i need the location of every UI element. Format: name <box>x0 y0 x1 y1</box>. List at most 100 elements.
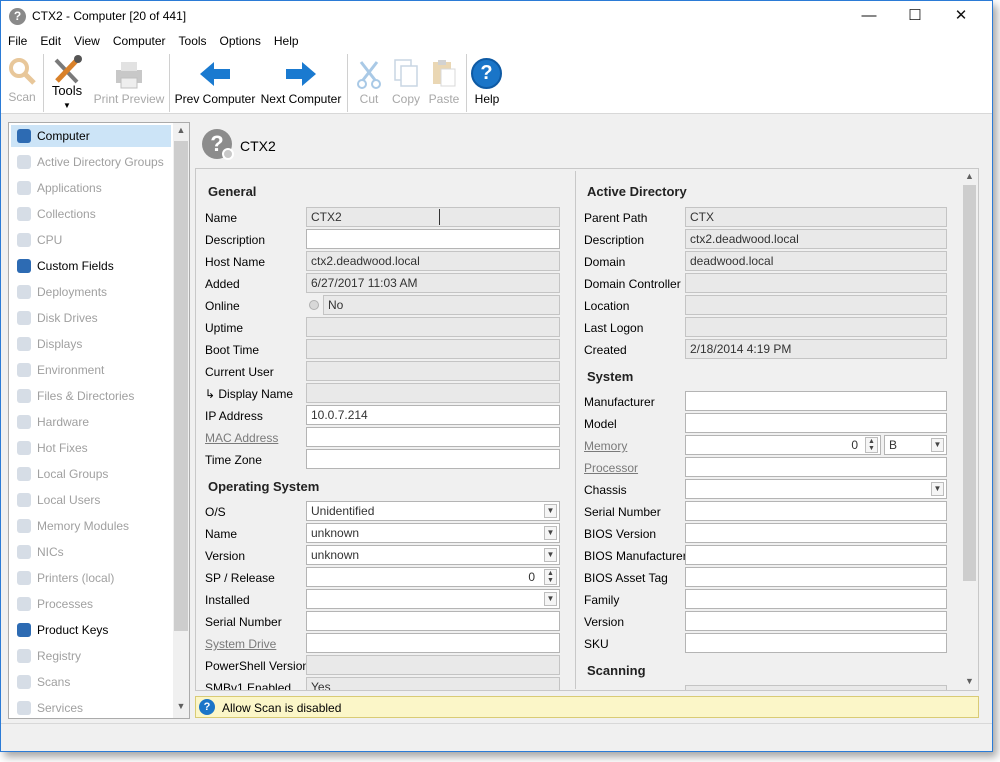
sku-field[interactable] <box>685 633 947 653</box>
processor-link[interactable]: Processor <box>584 461 638 475</box>
prev-computer-button[interactable]: Prev Computer <box>172 52 258 114</box>
chevron-down-icon[interactable]: ▼ <box>544 548 557 562</box>
nav-item-local-users[interactable]: Local Users <box>11 489 171 511</box>
nav-item-deployments[interactable]: Deployments <box>11 281 171 303</box>
nav-item-processes[interactable]: Processes <box>11 593 171 615</box>
chevron-down-icon[interactable]: ▼ <box>544 592 557 606</box>
manufacturer-field[interactable] <box>685 391 947 411</box>
nav-item-displays[interactable]: Displays <box>11 333 171 355</box>
ad-description-field[interactable]: ctx2.deadwood.local <box>685 229 947 249</box>
nav-item-computer[interactable]: Computer <box>11 125 171 147</box>
minimize-button[interactable]: — <box>846 1 892 32</box>
nav-item-local-groups[interactable]: Local Groups <box>11 463 171 485</box>
chevron-down-icon[interactable]: ▼ <box>931 438 944 452</box>
nav-item-hardware[interactable]: Hardware <box>11 411 171 433</box>
nav-item-memory-modules[interactable]: Memory Modules <box>11 515 171 537</box>
boot-time-field[interactable] <box>306 339 560 359</box>
menu-tools[interactable]: Tools <box>172 32 213 48</box>
nav-item-registry[interactable]: Registry <box>11 645 171 667</box>
copy-button[interactable]: Copy <box>387 52 425 114</box>
chevron-down-icon[interactable]: ▼ <box>544 526 557 540</box>
cut-button[interactable]: Cut <box>351 52 387 114</box>
added-field[interactable]: 6/27/2017 11:03 AM <box>306 273 560 293</box>
nav-scrollbar[interactable]: ▲ ▼ <box>173 123 189 718</box>
bios-asset-tag-field[interactable] <box>685 567 947 587</box>
menu-computer[interactable]: Computer <box>106 32 172 48</box>
name-field[interactable]: CTX2 <box>306 207 560 227</box>
os-name-select[interactable]: unknown ▼ <box>306 523 560 543</box>
os-version-select[interactable]: unknown ▼ <box>306 545 560 565</box>
details-scrollbar-thumb[interactable] <box>963 185 976 581</box>
scroll-up-arrow-icon[interactable]: ▲ <box>173 125 189 135</box>
domain-controller-field[interactable] <box>685 273 947 293</box>
installed-select[interactable]: ▼ <box>306 589 560 609</box>
paste-button[interactable]: Paste <box>425 52 463 114</box>
description-field[interactable] <box>306 229 560 249</box>
scanning-field[interactable] <box>685 685 947 690</box>
mac-address-field[interactable] <box>306 427 560 447</box>
created-field[interactable]: 2/18/2014 4:19 PM <box>685 339 947 359</box>
nav-item-applications[interactable]: Applications <box>11 177 171 199</box>
smbv1-enabled-field[interactable]: Yes <box>306 677 560 690</box>
system-drive-link[interactable]: System Drive <box>205 637 276 651</box>
menu-view[interactable]: View <box>67 32 106 48</box>
menu-help[interactable]: Help <box>267 32 305 48</box>
nav-item-environment[interactable]: Environment <box>11 359 171 381</box>
system-version-field[interactable] <box>685 611 947 631</box>
nav-item-product-keys[interactable]: Product Keys <box>11 619 171 641</box>
print-preview-button[interactable]: Print Preview <box>93 52 165 114</box>
mac-address-link[interactable]: MAC Address <box>205 431 278 445</box>
display-name-field[interactable] <box>306 383 560 403</box>
scroll-down-arrow-icon[interactable]: ▼ <box>961 676 978 686</box>
bios-manufacturer-field[interactable] <box>685 545 947 565</box>
last-logon-field[interactable] <box>685 317 947 337</box>
details-scrollbar[interactable]: ▲ ▼ <box>961 169 978 690</box>
powershell-version-field[interactable] <box>306 655 560 675</box>
nav-item-active-directory-groups[interactable]: Active Directory Groups <box>11 151 171 173</box>
bios-version-field[interactable] <box>685 523 947 543</box>
ip-address-field[interactable]: 10.0.7.214 <box>306 405 560 425</box>
nav-item-nics[interactable]: NICs <box>11 541 171 563</box>
scroll-up-arrow-icon[interactable]: ▲ <box>961 171 978 181</box>
nav-item-printers-local[interactable]: Printers (local) <box>11 567 171 589</box>
scan-button[interactable]: Scan <box>3 52 41 114</box>
os-select[interactable]: Unidentified ▼ <box>306 501 560 521</box>
spin-up-down-icon[interactable]: ▲ ▼ <box>544 569 557 585</box>
memory-unit-select[interactable]: B ▼ <box>884 435 947 455</box>
help-button[interactable]: ? Help <box>469 52 505 114</box>
host-name-field[interactable]: ctx2.deadwood.local <box>306 251 560 271</box>
domain-field[interactable]: deadwood.local <box>685 251 947 271</box>
model-field[interactable] <box>685 413 947 433</box>
system-serial-number-field[interactable] <box>685 501 947 521</box>
memory-stepper[interactable]: 0 ▲ ▼ <box>685 435 881 455</box>
nav-item-collections[interactable]: Collections <box>11 203 171 225</box>
next-computer-button[interactable]: Next Computer <box>258 52 344 114</box>
os-serial-number-field[interactable] <box>306 611 560 631</box>
title-bar[interactable]: ? CTX2 - Computer [20 of 441] — ☐ ✕ <box>1 1 992 32</box>
uptime-field[interactable] <box>306 317 560 337</box>
online-field[interactable]: No <box>323 295 560 315</box>
close-button[interactable]: ✕ <box>938 1 984 32</box>
nav-item-scans[interactable]: Scans <box>11 671 171 693</box>
nav-item-hot-fixes[interactable]: Hot Fixes <box>11 437 171 459</box>
menu-edit[interactable]: Edit <box>33 32 67 48</box>
current-user-field[interactable] <box>306 361 560 381</box>
location-field[interactable] <box>685 295 947 315</box>
menu-file[interactable]: File <box>1 32 33 48</box>
tools-button[interactable]: Tools ▼ <box>45 52 89 114</box>
nav-scrollbar-thumb[interactable] <box>174 141 188 631</box>
chevron-down-icon[interactable]: ▼ <box>544 504 557 518</box>
family-field[interactable] <box>685 589 947 609</box>
parent-path-field[interactable]: CTX <box>685 207 947 227</box>
nav-item-cpu[interactable]: CPU <box>11 229 171 251</box>
system-drive-field[interactable] <box>306 633 560 653</box>
menu-options[interactable]: Options <box>213 32 267 48</box>
nav-item-services[interactable]: Services <box>11 697 171 718</box>
nav-item-custom-fields[interactable]: Custom Fields <box>11 255 171 277</box>
sp-release-stepper[interactable]: 0 ▲ ▼ <box>306 567 560 587</box>
nav-item-disk-drives[interactable]: Disk Drives <box>11 307 171 329</box>
memory-link[interactable]: Memory <box>584 439 627 453</box>
processor-field[interactable] <box>685 457 947 477</box>
maximize-button[interactable]: ☐ <box>892 1 938 32</box>
chassis-select[interactable]: ▼ <box>685 479 947 499</box>
